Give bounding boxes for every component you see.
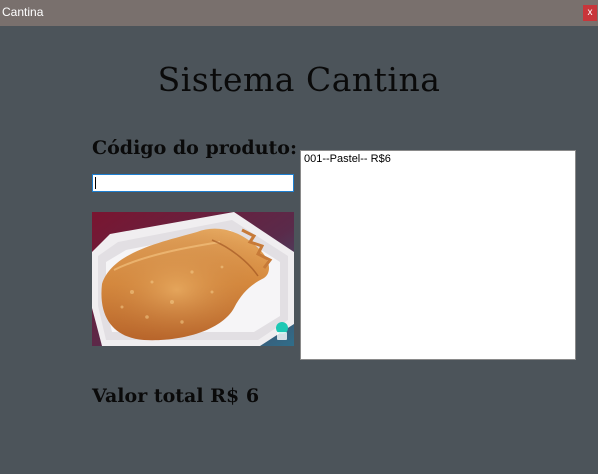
product-code-label: Código do produto: [92, 137, 297, 159]
total-label: Valor total R$ [92, 385, 240, 407]
text-caret [95, 177, 96, 189]
total-display: Valor total R$ 6 [92, 385, 259, 407]
total-value: 6 [245, 385, 260, 407]
title-bar[interactable]: Cantina x [0, 0, 598, 26]
product-code-input[interactable] [92, 174, 294, 192]
close-button[interactable]: x [583, 5, 597, 21]
product-list[interactable]: 001--Pastel-- R$6 [300, 150, 576, 360]
list-item[interactable]: 001--Pastel-- R$6 [301, 151, 575, 166]
page-title: Sistema Cantina [157, 60, 441, 99]
app-window: Cantina x Sistema Cantina Código do prod… [0, 0, 598, 474]
product-image [92, 212, 294, 346]
window-title: Cantina [2, 5, 44, 19]
